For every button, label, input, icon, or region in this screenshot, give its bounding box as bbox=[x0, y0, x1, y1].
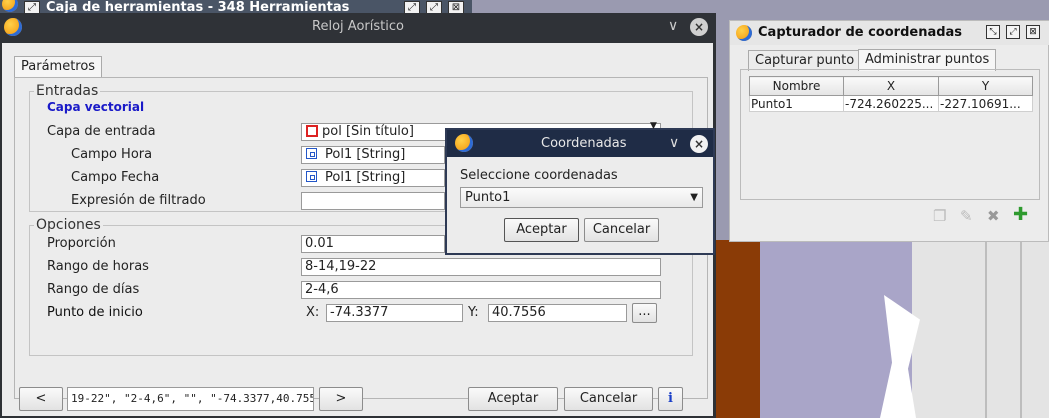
hour-field-value: Pol1 [String] bbox=[325, 147, 406, 162]
delete-icon[interactable]: ✖ bbox=[987, 207, 1000, 225]
x-label: X: bbox=[306, 305, 320, 320]
command-preview: 19-22", "2-4,6", "", "-74.3377,40.7556") bbox=[67, 387, 314, 411]
undock-icon[interactable]: ⤡ bbox=[986, 25, 1000, 39]
layer-input-label: Capa de entrada bbox=[47, 124, 156, 139]
minimize-icon[interactable]: ∨ bbox=[669, 135, 679, 151]
add-icon[interactable]: ✚ bbox=[1013, 204, 1028, 225]
polygon-layer-icon bbox=[306, 125, 318, 137]
cell-y[interactable]: -227.10691... bbox=[938, 95, 1033, 112]
close-icon[interactable]: × bbox=[690, 18, 708, 36]
close-icon[interactable]: ⊠ bbox=[1026, 25, 1040, 39]
app-logo-icon bbox=[736, 25, 752, 41]
y-label: Y: bbox=[468, 305, 479, 320]
date-field-combo[interactable]: Pol1 [String] bbox=[301, 169, 445, 187]
edit-icon[interactable]: ✎ bbox=[960, 207, 973, 225]
day-range-label: Rango de días bbox=[47, 282, 140, 297]
column-header-x[interactable]: X bbox=[843, 76, 939, 96]
column-header-y[interactable]: Y bbox=[938, 76, 1033, 96]
capture-panel-title: Capturador de coordenadas bbox=[758, 25, 963, 40]
y-coordinate-input[interactable]: 40.7556 bbox=[488, 304, 627, 322]
close-icon[interactable]: × bbox=[690, 135, 708, 153]
dialog-titlebar: Reloj Aorístico ∨ × bbox=[0, 13, 716, 43]
proportion-label: Proporción bbox=[47, 236, 116, 251]
next-button[interactable]: > bbox=[319, 387, 363, 411]
date-field-label: Campo Fecha bbox=[71, 170, 160, 185]
cell-name[interactable]: Punto1 bbox=[749, 95, 844, 112]
map-light-region bbox=[912, 240, 1049, 418]
tab-administrar-puntos[interactable]: Administrar puntos bbox=[858, 49, 997, 71]
info-button[interactable]: i bbox=[658, 387, 683, 411]
previous-button[interactable]: < bbox=[19, 387, 63, 411]
app-logo-icon bbox=[2, 0, 18, 12]
hour-field-label: Campo Hora bbox=[71, 147, 153, 162]
map-divider bbox=[1020, 240, 1022, 418]
dialog-title: Reloj Aorístico bbox=[312, 19, 404, 34]
accept-button[interactable]: Aceptar bbox=[468, 387, 558, 411]
coordinates-select-value: Punto1 bbox=[465, 190, 511, 205]
minimize-icon[interactable]: ∨ bbox=[668, 18, 678, 34]
x-coordinate-input[interactable]: -74.3377 bbox=[326, 304, 463, 322]
cancel-button[interactable]: Cancelar bbox=[564, 387, 653, 411]
hour-range-label: Rango de horas bbox=[47, 259, 149, 274]
table-row[interactable]: Punto1 -724.260225... -227.10691... bbox=[749, 95, 1033, 112]
coordinates-titlebar: Coordenadas ∨ × bbox=[447, 130, 713, 157]
coordinate-capture-panel: Capturador de coordenadas ⤡ ⤢ ⊠ Capturar… bbox=[729, 20, 1049, 242]
date-field-value: Pol1 [String] bbox=[325, 170, 406, 185]
vector-layer-heading: Capa vectorial bbox=[47, 100, 145, 114]
pick-point-button[interactable]: ... bbox=[632, 303, 657, 323]
coordinates-accept-button[interactable]: Aceptar bbox=[504, 218, 579, 242]
tab-parametros[interactable]: Parámetros bbox=[14, 56, 103, 78]
hour-range-input[interactable]: 8-14,19-22 bbox=[301, 258, 661, 276]
cell-x[interactable]: -724.260225... bbox=[843, 95, 939, 112]
options-group-title: Opciones bbox=[34, 217, 103, 233]
map-divider bbox=[985, 240, 987, 418]
start-point-label: Punto de inicio bbox=[47, 305, 143, 320]
tab-capturar-punto[interactable]: Capturar punto bbox=[748, 50, 862, 71]
map-brown-region bbox=[714, 240, 760, 418]
coordinates-title: Coordenadas bbox=[541, 136, 627, 151]
chevron-down-icon: ▼ bbox=[690, 192, 698, 203]
coordinates-dialog: Coordenadas ∨ × Seleccione coordenadas P… bbox=[445, 128, 715, 255]
capture-panel-titlebar: Capturador de coordenadas ⤡ ⤢ ⊠ bbox=[730, 21, 1049, 45]
filter-label: Expresión de filtrado bbox=[71, 193, 206, 208]
column-header-nombre[interactable]: Nombre bbox=[749, 76, 844, 96]
inputs-group-title: Entradas bbox=[34, 83, 101, 99]
points-table: Nombre X Y Punto1 -724.260225... -227.10… bbox=[749, 76, 1033, 112]
copy-icon[interactable]: ❐ bbox=[933, 207, 946, 225]
string-field-icon bbox=[306, 148, 317, 159]
day-range-input[interactable]: 2-4,6 bbox=[301, 281, 661, 299]
chevron-down-icon[interactable]: ▼ bbox=[650, 121, 657, 131]
maximize-icon[interactable]: ⤢ bbox=[1006, 25, 1020, 39]
select-coordinates-label: Seleccione coordenadas bbox=[460, 168, 618, 183]
hour-field-combo[interactable]: Pol1 [String] bbox=[301, 146, 445, 164]
app-logo-icon bbox=[455, 134, 473, 152]
coordinates-select[interactable]: Punto1 ▼ bbox=[460, 187, 703, 208]
string-field-icon bbox=[306, 171, 317, 182]
filter-input[interactable] bbox=[301, 192, 445, 210]
proportion-input[interactable]: 0.01 bbox=[301, 235, 445, 253]
coordinates-cancel-button[interactable]: Cancelar bbox=[584, 218, 659, 242]
layer-input-value: pol [Sin título] bbox=[322, 124, 414, 139]
